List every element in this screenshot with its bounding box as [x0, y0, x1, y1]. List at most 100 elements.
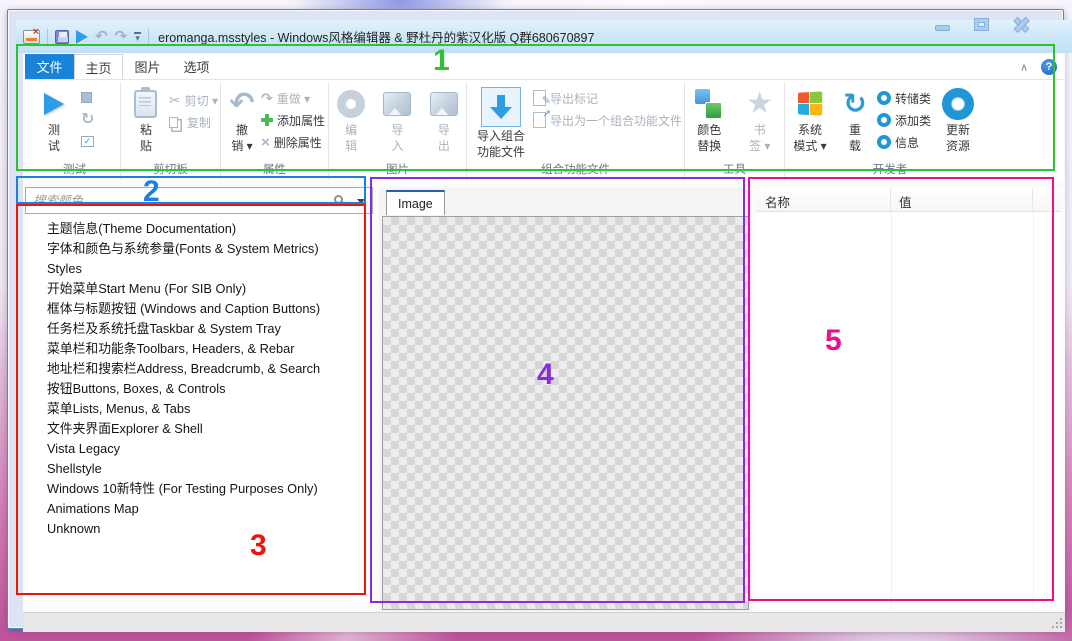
- column-header-value[interactable]: 值: [891, 188, 1033, 211]
- group-label-clipboard: 剪切板: [153, 164, 188, 176]
- copy-button[interactable]: 复制: [168, 112, 218, 132]
- search-icon[interactable]: [334, 195, 343, 204]
- help-icon[interactable]: ?: [1041, 59, 1057, 75]
- qat-customize-dropdown-icon[interactable]: ▾: [134, 32, 142, 43]
- collapse-ribbon-icon[interactable]: ∧: [1020, 61, 1028, 74]
- search-dropdown-icon[interactable]: [357, 199, 365, 204]
- test-options-button[interactable]: ✓: [81, 131, 94, 151]
- close-button[interactable]: [1014, 18, 1029, 32]
- resize-grip[interactable]: [1051, 618, 1062, 629]
- stop-test-button[interactable]: [81, 87, 94, 107]
- update-resources-label: 更新 资源: [946, 123, 971, 153]
- import-combo-button[interactable]: 导入组合 功能文件: [469, 84, 533, 160]
- search-input[interactable]: [25, 187, 373, 214]
- clipboard-icon: [134, 87, 158, 118]
- color-replace-icon: [694, 89, 724, 119]
- list-item[interactable]: Vista Legacy: [25, 439, 373, 459]
- tab-options[interactable]: 选项: [172, 54, 221, 79]
- import-combo-icon: [480, 87, 521, 127]
- list-item[interactable]: 主题信息(Theme Documentation): [25, 219, 373, 239]
- delete-property-button[interactable]: × 删除属性: [261, 132, 325, 152]
- export-mark-icon: ✎: [532, 90, 551, 107]
- list-item[interactable]: Unknown: [25, 519, 373, 539]
- class-list: 主题信息(Theme Documentation) 字体和颜色与系统参量(Fon…: [25, 215, 373, 605]
- list-item[interactable]: Styles: [25, 259, 373, 279]
- paste-label: 粘 贴: [139, 123, 152, 153]
- export-one-button[interactable]: ↗ 导出为一个组合功能文件: [532, 109, 682, 130]
- app-window: ↶ ↷ ▾ eromanga.msstyles - Windows风格编辑器 &…: [7, 9, 1072, 632]
- windows-logo-icon: [798, 91, 823, 116]
- update-resources-button[interactable]: 更新 资源: [935, 84, 981, 154]
- list-item[interactable]: 开始菜单Start Menu (For SIB Only): [25, 279, 373, 299]
- list-item[interactable]: Shellstyle: [25, 459, 373, 479]
- group-label-properties: 属性: [263, 164, 286, 176]
- color-replace-button[interactable]: 颜色 替换: [687, 84, 732, 154]
- cut-button[interactable]: ✂ 剪切 ▾: [169, 90, 218, 110]
- tab-picture[interactable]: 图片: [123, 54, 172, 79]
- system-mode-label: 系统 模式 ▾: [793, 123, 827, 153]
- list-item[interactable]: 字体和颜色与系统参量(Fonts & System Metrics): [25, 239, 373, 259]
- export-one-icon: ↗: [532, 109, 551, 128]
- add-property-button[interactable]: 添加属性: [261, 110, 325, 130]
- list-item[interactable]: 菜单栏和功能条Toolbars, Headers, & Rebar: [25, 339, 373, 359]
- list-item[interactable]: 按钮Buttons, Boxes, & Controls: [25, 379, 373, 399]
- edit-image-label: 编 辑: [345, 123, 358, 153]
- export-image-icon: [429, 92, 458, 116]
- tab-image[interactable]: Image: [386, 190, 445, 215]
- reload-button[interactable]: ↻ 重 载: [837, 84, 873, 154]
- import-image-icon: [383, 92, 412, 116]
- titlebar: ↶ ↷ ▾ eromanga.msstyles - Windows风格编辑器 &…: [16, 20, 1072, 53]
- test-button-label: 测 试: [47, 123, 60, 153]
- add-class-button[interactable]: 添加类: [877, 110, 931, 130]
- redo-icon[interactable]: ↷: [115, 29, 128, 44]
- property-grid-header: 名称 值: [757, 188, 1061, 212]
- add-class-label: 添加类: [895, 113, 932, 128]
- undo-button[interactable]: ↶ 撤 销 ▾: [223, 84, 261, 154]
- ribbon-group-tools: 颜色 替换 ★ 书 签 ▾ 工具: [685, 82, 785, 180]
- redo-button[interactable]: ↷ 重做 ▾: [261, 88, 325, 108]
- refresh-icon: ↻: [81, 111, 95, 128]
- test-play-icon[interactable]: [76, 29, 88, 44]
- test-button[interactable]: 测 试: [31, 84, 77, 154]
- x-icon: ×: [261, 133, 270, 151]
- edit-image-button[interactable]: 编 辑: [331, 84, 371, 154]
- update-ring-icon: [942, 88, 975, 120]
- export-image-button[interactable]: 导 出: [424, 84, 464, 154]
- ribbon-group-developer: 系统 模式 ▾ ↻ 重 载 转储类 添加类 信息 更新 资源 开发者: [785, 82, 995, 180]
- ribbon-tab-row: 文件 主页 图片 选项 ∧ ?: [25, 54, 1063, 80]
- info-button[interactable]: 信息: [877, 132, 931, 152]
- group-label-picture: 图片: [386, 164, 409, 176]
- image-canvas[interactable]: [382, 216, 749, 610]
- list-item[interactable]: 菜单Lists, Menus, & Tabs: [25, 399, 373, 419]
- app-icon[interactable]: [23, 26, 40, 44]
- undo-icon[interactable]: ↶: [95, 29, 108, 44]
- save-icon[interactable]: [55, 29, 69, 44]
- import-image-button[interactable]: 导 入: [377, 84, 417, 154]
- tab-file[interactable]: 文件: [25, 54, 74, 79]
- list-item[interactable]: Windows 10新特性 (For Testing Purposes Only…: [25, 479, 373, 499]
- paste-button[interactable]: 粘 贴: [123, 84, 169, 154]
- checkbox-icon: ✓: [81, 135, 94, 147]
- minimize-button[interactable]: [936, 26, 949, 30]
- list-item[interactable]: Animations Map: [25, 499, 373, 519]
- info-label: 信息: [895, 135, 920, 150]
- maximize-button[interactable]: [975, 19, 988, 30]
- system-mode-button[interactable]: 系统 模式 ▾: [787, 84, 833, 154]
- list-item[interactable]: 地址栏和搜索栏Address, Breadcrumb, & Search: [25, 359, 373, 379]
- separator: [47, 28, 48, 45]
- list-item[interactable]: 框体与标题按钮 (Windows and Caption Buttons): [25, 299, 373, 319]
- list-item[interactable]: 任务栏及系统托盘Taskbar & System Tray: [25, 319, 373, 339]
- separator: [148, 28, 150, 45]
- column-header-name[interactable]: 名称: [757, 188, 891, 211]
- tab-home[interactable]: 主页: [74, 54, 123, 79]
- import-combo-label: 导入组合 功能文件: [476, 129, 525, 159]
- restart-test-button[interactable]: ↻: [81, 109, 94, 129]
- export-mark-button[interactable]: ✎ 导出标记: [532, 88, 682, 108]
- bookmark-button[interactable]: ★ 书 签 ▾: [738, 84, 783, 154]
- export-one-label: 导出为一个组合功能文件: [549, 113, 682, 128]
- ribbon-group-properties: ↶ 撤 销 ▾ ↷ 重做 ▾ 添加属性 × 删除属性 属性: [221, 82, 329, 180]
- list-item[interactable]: 文件夹界面Explorer & Shell: [25, 419, 373, 439]
- dump-class-button[interactable]: 转储类: [877, 88, 931, 108]
- ribbon-body: 测 试 ↻ ✓ 测试 粘 贴 ✂ 剪切 ▾ 复制 剪切板 ↶ 撤 销 ▾ ↷ 重…: [25, 80, 1063, 180]
- ribbon: 文件 主页 图片 选项 ∧ ? 测 试 ↻ ✓ 测试 粘 贴 ✂ 剪切 ▾ 复制…: [25, 54, 1063, 181]
